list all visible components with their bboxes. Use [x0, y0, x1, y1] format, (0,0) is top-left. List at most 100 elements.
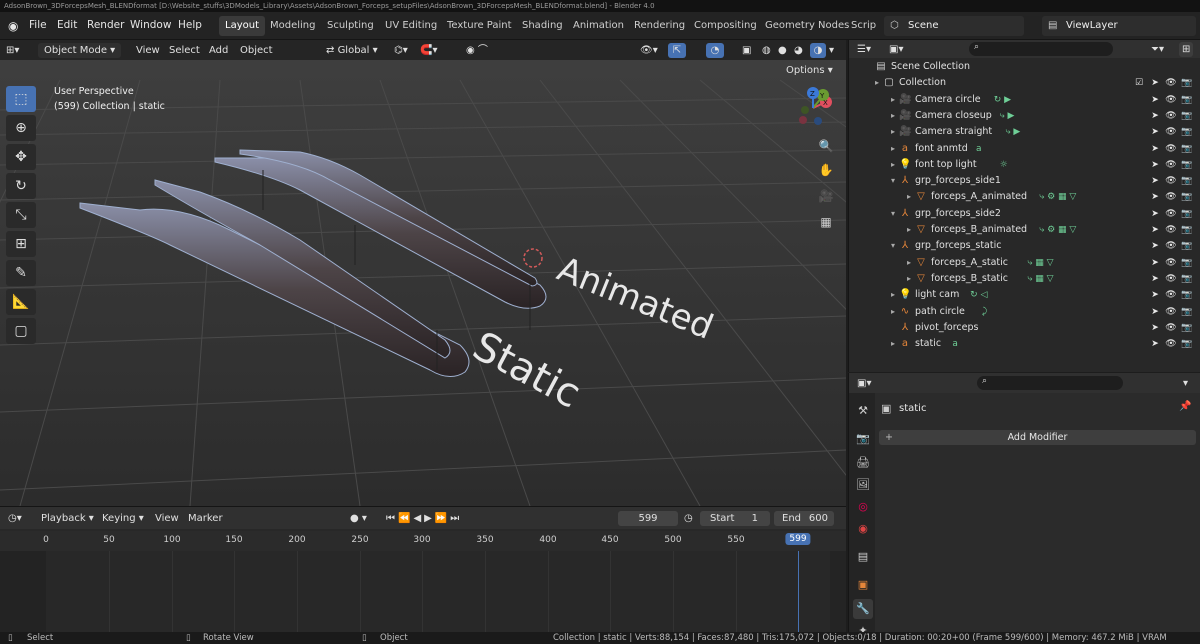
- expand-arrow-icon[interactable]: ▸: [887, 159, 899, 171]
- outliner-row[interactable]: ▸ 🎥 Camera circle ↻ ▶ ➤ 👁 📷: [849, 92, 1200, 108]
- overlays-toggle-icon[interactable]: ◔: [706, 43, 724, 58]
- data-block-icons[interactable]: a: [952, 336, 958, 352]
- data-block-icons[interactable]: ⤷ ⚙ ▦ ▽: [1039, 222, 1076, 238]
- render-camera-icon[interactable]: 📷: [1181, 77, 1193, 89]
- visibility-icon[interactable]: 👁▾: [640, 43, 658, 58]
- render-camera-icon[interactable]: 📷: [1181, 240, 1193, 252]
- end-frame-field[interactable]: End 600: [774, 511, 834, 526]
- shading-options-icon[interactable]: ▾: [829, 43, 834, 58]
- visibility-eye-icon[interactable]: 👁: [1165, 224, 1177, 236]
- marker-menu[interactable]: Marker: [188, 511, 223, 526]
- display-mode-icon[interactable]: ▣▾: [889, 42, 903, 57]
- data-block-icons[interactable]: ⤸: [982, 304, 987, 320]
- material-shading-icon[interactable]: ◕: [794, 43, 803, 58]
- expand-arrow-icon[interactable]: ▸: [903, 257, 915, 269]
- render-camera-icon[interactable]: 📷: [1181, 143, 1193, 155]
- timeline-editor[interactable]: ◷▾ Playback ▾ Keying ▾ View Marker ● ▾ ⏮…: [0, 506, 846, 633]
- selectable-icon[interactable]: ➤: [1149, 224, 1161, 236]
- selectable-icon[interactable]: ➤: [1149, 191, 1161, 203]
- start-frame-field[interactable]: Start 1: [700, 511, 770, 526]
- rendered-shading-icon[interactable]: ◑: [810, 43, 826, 58]
- menu-window[interactable]: Window: [130, 19, 171, 31]
- outliner-row[interactable]: ▤ Scene Collection: [849, 59, 1200, 75]
- visibility-eye-icon[interactable]: 👁: [1165, 257, 1177, 269]
- outliner-panel[interactable]: ☰▾ ▣▾ ⌕ ⏷▾ ⊞ ▤ Scene Collection ▸ ▢ Collecti…: [848, 40, 1200, 372]
- expand-arrow-icon[interactable]: ▸: [887, 338, 899, 350]
- view-layer-selector[interactable]: ▤ ViewLayer: [1042, 16, 1196, 36]
- editor-type-icon[interactable]: ⊞▾: [6, 43, 19, 58]
- tab-uv-editing[interactable]: UV Editing: [379, 16, 443, 36]
- timeline-view-menu[interactable]: View: [155, 511, 179, 526]
- expand-arrow-icon[interactable]: ▸: [903, 224, 915, 236]
- selectable-icon[interactable]: ➤: [1149, 175, 1161, 187]
- zoom-icon[interactable]: 🔍: [816, 136, 836, 156]
- render-camera-icon[interactable]: 📷: [1181, 224, 1193, 236]
- playback-menu[interactable]: Playback ▾: [41, 511, 94, 526]
- mode-selector[interactable]: Object Mode ▾: [38, 43, 122, 58]
- render-camera-icon[interactable]: 📷: [1181, 126, 1193, 138]
- render-camera-icon[interactable]: 📷: [1181, 159, 1193, 171]
- outliner-row[interactable]: ▸ ▽ forceps_B_animated ⤷ ⚙ ▦ ▽ ➤ 👁 📷: [849, 222, 1200, 238]
- outliner-row[interactable]: ▾ ⅄ grp_forceps_static ➤ 👁 📷: [849, 238, 1200, 254]
- preview-range-icon[interactable]: ◷: [684, 511, 693, 526]
- xray-icon[interactable]: ▣: [742, 43, 751, 58]
- record-icon[interactable]: ● ▾: [350, 511, 367, 526]
- pan-hand-icon[interactable]: ✋: [816, 160, 836, 180]
- selectable-icon[interactable]: ➤: [1149, 240, 1161, 252]
- properties-editor-type-icon[interactable]: ▣▾: [857, 376, 871, 391]
- expand-arrow-icon[interactable]: ▸: [887, 306, 899, 318]
- tab-shading[interactable]: Shading: [516, 16, 569, 36]
- expand-arrow-icon[interactable]: ▸: [887, 289, 899, 301]
- collection-tab-icon[interactable]: ▤: [853, 547, 873, 567]
- render-camera-icon[interactable]: 📷: [1181, 257, 1193, 269]
- selectable-icon[interactable]: ➤: [1149, 306, 1161, 318]
- measure-tool-icon[interactable]: 📐: [6, 289, 36, 315]
- selectable-icon[interactable]: ➤: [1149, 257, 1161, 269]
- selectable-icon[interactable]: ➤: [1149, 77, 1161, 89]
- render-camera-icon[interactable]: 📷: [1181, 94, 1193, 106]
- viewport-menu-view[interactable]: View: [136, 43, 160, 58]
- menu-help[interactable]: Help: [178, 19, 202, 31]
- outliner-editor-type-icon[interactable]: ☰▾: [857, 42, 871, 57]
- menu-render[interactable]: Render: [87, 19, 124, 31]
- render-camera-icon[interactable]: 📷: [1181, 306, 1193, 318]
- tool-tab-icon[interactable]: ⚒: [853, 401, 873, 421]
- cursor-tool-icon[interactable]: ⊕: [6, 115, 36, 141]
- properties-panel[interactable]: ▣▾ ⌕ ▾ ⚒ 📷 🖨 🖼 ◎ ◉ ▤ ▣ 🔧 ✦ ▣ static 📌 + …: [848, 373, 1200, 637]
- data-block-icons[interactable]: ↻ ◁: [970, 287, 987, 303]
- frame-ruler[interactable]: 0 50 100 150 200 250 300 350 400 450 500…: [0, 531, 846, 551]
- visibility-eye-icon[interactable]: 👁: [1165, 306, 1177, 318]
- snap-icon[interactable]: 🧲▾: [420, 43, 437, 58]
- solid-shading-icon[interactable]: ●: [778, 43, 787, 58]
- visibility-eye-icon[interactable]: 👁: [1165, 159, 1177, 171]
- render-camera-icon[interactable]: 📷: [1181, 273, 1193, 285]
- visibility-eye-icon[interactable]: 👁: [1165, 175, 1177, 187]
- scene-selector[interactable]: ⬡ Scene: [884, 16, 1024, 36]
- scene-tab-icon[interactable]: ◎: [853, 497, 873, 517]
- selectable-icon[interactable]: ➤: [1149, 159, 1161, 171]
- outliner-row[interactable]: ▸ 🎥 Camera straight ⤷ ▶ ➤ 👁 📷: [849, 124, 1200, 140]
- camera-view-icon[interactable]: 🎥: [816, 186, 836, 206]
- playhead-frame-label[interactable]: 599: [785, 533, 811, 545]
- wireframe-shading-icon[interactable]: ◍: [762, 43, 771, 58]
- orientation-selector[interactable]: ⇄ Global ▾: [326, 43, 378, 58]
- playhead-line[interactable]: [798, 551, 799, 633]
- data-block-icons[interactable]: ⤷ ▶: [1000, 108, 1015, 124]
- add-modifier-button[interactable]: + Add Modifier: [879, 430, 1196, 445]
- keying-menu[interactable]: Keying ▾: [102, 511, 144, 526]
- data-block-icons[interactable]: ↻ ▶: [994, 92, 1011, 108]
- move-tool-icon[interactable]: ✥: [6, 144, 36, 170]
- exclude-checkbox[interactable]: ☑: [1133, 77, 1145, 89]
- clock-icon[interactable]: ◷▾: [8, 511, 22, 526]
- view-layer-tab-icon[interactable]: 🖼: [853, 475, 873, 495]
- outliner-row[interactable]: ▸ ▽ forceps_B_static ⤷ ▦ ▽ ➤ 👁 📷: [849, 271, 1200, 287]
- selectable-icon[interactable]: ➤: [1149, 110, 1161, 122]
- outliner-search-input[interactable]: ⌕: [969, 42, 1113, 56]
- menu-edit[interactable]: Edit: [57, 19, 77, 31]
- timeline-scroll-area[interactable]: [830, 551, 846, 633]
- selectable-icon[interactable]: ➤: [1149, 143, 1161, 155]
- data-block-icons[interactable]: ⤷ ▦ ▽: [1027, 255, 1053, 271]
- 3d-viewport[interactable]: Animated Static X Y Z ⊞▾ Object Mode ▾ V…: [0, 40, 846, 506]
- tab-modeling[interactable]: Modeling: [264, 16, 322, 36]
- expand-arrow-icon[interactable]: ▸: [871, 77, 883, 89]
